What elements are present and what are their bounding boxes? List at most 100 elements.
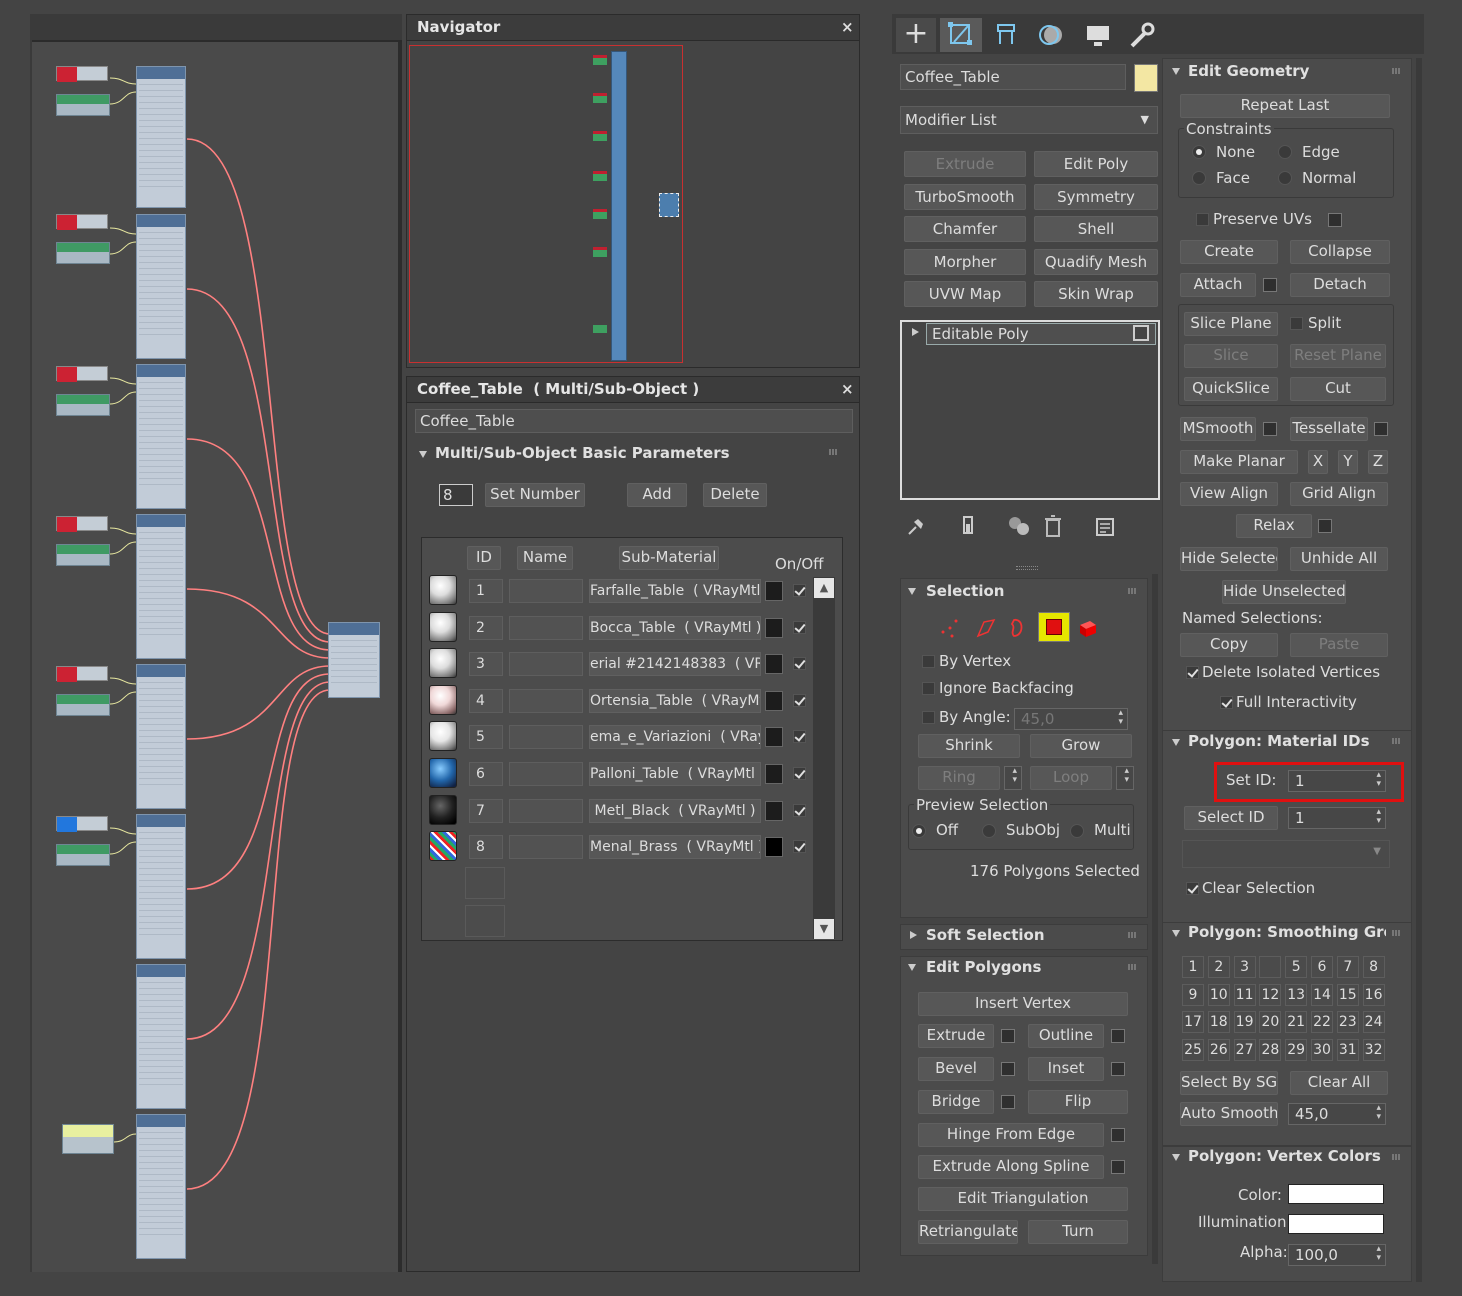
select-id-spinner[interactable]: 1: [1288, 807, 1386, 829]
header-id[interactable]: ID: [467, 546, 501, 570]
ignore-backfacing-checkbox[interactable]: [922, 682, 935, 695]
hide-unselected-button[interactable]: Hide Unselected: [1222, 580, 1346, 604]
smoothing-group-button[interactable]: 11: [1233, 983, 1256, 1006]
sub-material-enable-checkbox[interactable]: [793, 730, 806, 744]
material-preview-swatch[interactable]: [429, 831, 457, 862]
sub-material-button[interactable]: Palloni_Table ( VRayMtl ): [589, 762, 761, 786]
sub-material-name-field[interactable]: [509, 762, 583, 786]
node-editor-view[interactable]: [30, 14, 402, 1272]
select-id-button[interactable]: Select ID: [1184, 806, 1278, 830]
material-node-3[interactable]: [136, 364, 186, 509]
preview-off-radio[interactable]: [912, 824, 926, 838]
vertex-colors-collapse-icon[interactable]: [1172, 1154, 1180, 1161]
sub-material-button[interactable]: Farfalle_Table ( VRayMtl ): [589, 579, 761, 603]
sub-material-color[interactable]: [765, 800, 783, 821]
planar-x-button[interactable]: X: [1308, 450, 1328, 474]
modifier-button[interactable]: Shell: [1034, 216, 1158, 243]
smoothing-group-button[interactable]: 31: [1336, 1038, 1359, 1061]
bitmap-node-4[interactable]: [56, 516, 108, 532]
noise-node-1[interactable]: [56, 94, 110, 116]
material-preview-swatch[interactable]: [429, 684, 457, 715]
material-name-field[interactable]: Coffee_Table: [415, 409, 853, 433]
cut-button[interactable]: Cut: [1290, 377, 1386, 401]
grid-align-button[interactable]: Grid Align: [1290, 482, 1388, 506]
extrude-spline-settings-icon[interactable]: [1111, 1160, 1125, 1174]
turn-button[interactable]: Turn: [1028, 1220, 1128, 1244]
material-preview-swatch[interactable]: [429, 758, 457, 788]
sub-material-id[interactable]: 8: [469, 835, 503, 860]
set-number-button[interactable]: Set Number: [485, 483, 585, 507]
preserve-uvs-settings-icon[interactable]: [1328, 213, 1342, 227]
delete-button[interactable]: Delete: [703, 483, 767, 507]
hinge-settings-icon[interactable]: [1111, 1128, 1125, 1142]
msmooth-button[interactable]: MSmooth: [1180, 417, 1256, 441]
view-align-button[interactable]: View Align: [1180, 482, 1278, 506]
inset-button[interactable]: Inset: [1028, 1057, 1104, 1081]
color-swatch[interactable]: [1288, 1184, 1384, 1204]
element-mode-icon[interactable]: [1076, 616, 1100, 640]
ring-spinner[interactable]: [1004, 766, 1022, 790]
sub-material-id[interactable]: 3: [469, 652, 503, 677]
delete-isolated-checkbox[interactable]: [1186, 666, 1199, 679]
auto-smooth-button[interactable]: Auto Smooth: [1180, 1102, 1278, 1126]
smoothing-title[interactable]: Polygon: Smoothing Grou: [1188, 923, 1386, 941]
modify-tab-icon[interactable]: [940, 18, 982, 52]
alpha-spinner[interactable]: 100,0: [1288, 1244, 1386, 1266]
quickslice-button[interactable]: QuickSlice: [1184, 377, 1278, 401]
material-node-6[interactable]: [136, 814, 186, 959]
sub-material-button[interactable]: ema_e_Variazioni ( VRayMtl: [589, 725, 761, 750]
tessellate-settings-icon[interactable]: [1374, 422, 1388, 436]
hierarchy-tab-icon[interactable]: [986, 18, 1026, 52]
rollout-expand-icon[interactable]: [419, 451, 427, 458]
inset-settings-icon[interactable]: [1111, 1062, 1125, 1076]
smoothing-group-button[interactable]: 21: [1285, 1011, 1308, 1033]
modifier-button[interactable]: Chamfer: [904, 216, 1026, 243]
create-button[interactable]: Create: [1180, 240, 1278, 264]
sub-material-enable-checkbox[interactable]: [793, 767, 806, 780]
material-node-5[interactable]: [136, 664, 186, 809]
sub-material-name-field[interactable]: [509, 615, 583, 640]
sub-material-name-field[interactable]: [509, 652, 583, 677]
planar-z-button[interactable]: Z: [1368, 450, 1388, 474]
smoothing-group-button[interactable]: 27: [1233, 1038, 1256, 1061]
sub-material-color[interactable]: [765, 727, 783, 748]
navigator-titlebar[interactable]: Navigator ×: [407, 15, 859, 41]
smoothing-group-button[interactable]: 1: [1182, 956, 1204, 978]
material-preview-swatch[interactable]: [429, 794, 457, 825]
sub-material-id[interactable]: 7: [469, 798, 503, 823]
noise-node-5[interactable]: [56, 694, 110, 716]
count-field[interactable]: 8: [439, 484, 473, 506]
noise-node-6[interactable]: [56, 844, 110, 866]
bridge-button[interactable]: Bridge: [918, 1090, 994, 1114]
smoothing-group-button[interactable]: 5: [1285, 956, 1308, 978]
soft-selection-expand-icon[interactable]: [910, 931, 917, 939]
sub-material-name-field[interactable]: [509, 579, 583, 603]
make-unique-icon[interactable]: [1006, 514, 1032, 538]
smoothing-group-button[interactable]: 10: [1207, 983, 1230, 1006]
constraint-edge-radio[interactable]: [1278, 145, 1292, 159]
modifier-button[interactable]: Symmetry: [1034, 183, 1158, 210]
select-by-sg-button[interactable]: Select By SG: [1180, 1071, 1278, 1095]
create-tab-icon[interactable]: +: [896, 18, 936, 52]
edge-mode-icon[interactable]: [974, 616, 998, 640]
noise-node-2[interactable]: [56, 242, 110, 264]
material-ids-title[interactable]: Polygon: Material IDs: [1188, 732, 1370, 750]
sub-material-enable-checkbox[interactable]: [793, 840, 806, 854]
noise-node-4[interactable]: [56, 544, 110, 566]
soft-selection-title[interactable]: Soft Selection: [926, 926, 1045, 944]
planar-y-button[interactable]: Y: [1338, 450, 1358, 474]
modifier-button[interactable]: TurboSmooth: [904, 183, 1026, 210]
sub-material-color[interactable]: [765, 654, 783, 675]
sub-material-id[interactable]: 1: [469, 579, 503, 603]
utilities-tab-icon[interactable]: [1122, 18, 1162, 52]
angle-spinner[interactable]: 45,0: [1014, 708, 1128, 730]
smoothing-group-button[interactable]: 12: [1259, 983, 1282, 1006]
auto-smooth-spinner[interactable]: 45,0: [1288, 1103, 1386, 1125]
sub-material-enable-checkbox[interactable]: [793, 657, 806, 671]
smoothing-group-button[interactable]: 23: [1336, 1011, 1359, 1033]
sub-material-button[interactable]: Bocca_Table ( VRayMtl ): [589, 615, 761, 640]
modifier-button[interactable]: Edit Poly: [1034, 151, 1158, 177]
material-node-4[interactable]: [136, 514, 186, 659]
material-preview-swatch[interactable]: [429, 611, 457, 642]
material-ids-collapse-icon[interactable]: [1172, 739, 1180, 746]
